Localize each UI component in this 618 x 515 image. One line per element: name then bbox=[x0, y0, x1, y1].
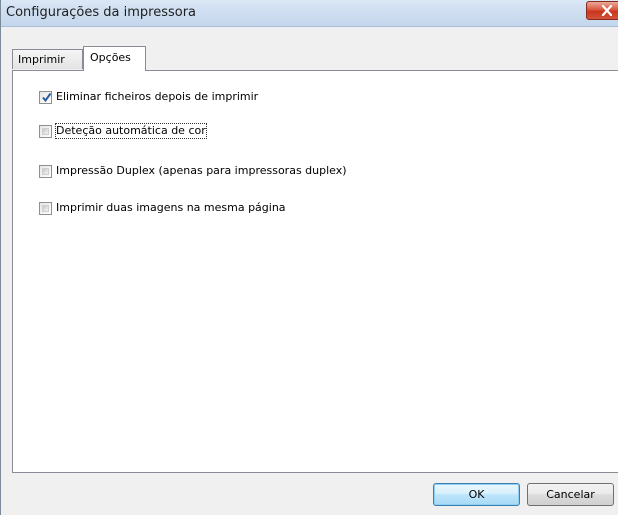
close-icon bbox=[601, 5, 613, 16]
ok-button[interactable]: OK bbox=[433, 483, 520, 506]
tab-imprimir-label: Imprimir bbox=[18, 53, 65, 66]
checkmark-icon bbox=[42, 92, 52, 102]
two-images-label: Imprimir duas imagens na mesma página bbox=[56, 201, 286, 214]
tab-opcoes[interactable]: Opções bbox=[83, 46, 146, 71]
delete-files-label: Eliminar ficheiros depois de imprimir bbox=[56, 90, 259, 103]
cancel-button[interactable]: Cancelar bbox=[527, 483, 614, 506]
title-bar[interactable]: Configurações da impressora bbox=[1, 0, 618, 27]
option-auto-color[interactable]: Deteção automática de cor bbox=[39, 123, 207, 139]
auto-color-checkbox[interactable] bbox=[39, 124, 52, 138]
tab-opcoes-label: Opções bbox=[90, 51, 131, 64]
window-title: Configurações da impressora bbox=[6, 5, 197, 20]
duplex-checkbox[interactable] bbox=[39, 164, 52, 178]
delete-files-checkbox[interactable] bbox=[39, 90, 52, 104]
option-delete-files[interactable]: Eliminar ficheiros depois de imprimir bbox=[39, 89, 258, 105]
printer-settings-dialog: Configurações da impressora Imprimir Opç… bbox=[0, 0, 618, 515]
tab-imprimir[interactable]: Imprimir bbox=[12, 49, 83, 69]
duplex-label: Impressão Duplex (apenas para impressora… bbox=[56, 164, 347, 177]
option-two-images[interactable]: Imprimir duas imagens na mesma página bbox=[39, 200, 286, 216]
close-button[interactable] bbox=[586, 1, 618, 20]
two-images-checkbox[interactable] bbox=[39, 201, 52, 215]
auto-color-label: Deteção automática de cor bbox=[55, 123, 207, 139]
option-duplex[interactable]: Impressão Duplex (apenas para impressora… bbox=[39, 163, 347, 179]
